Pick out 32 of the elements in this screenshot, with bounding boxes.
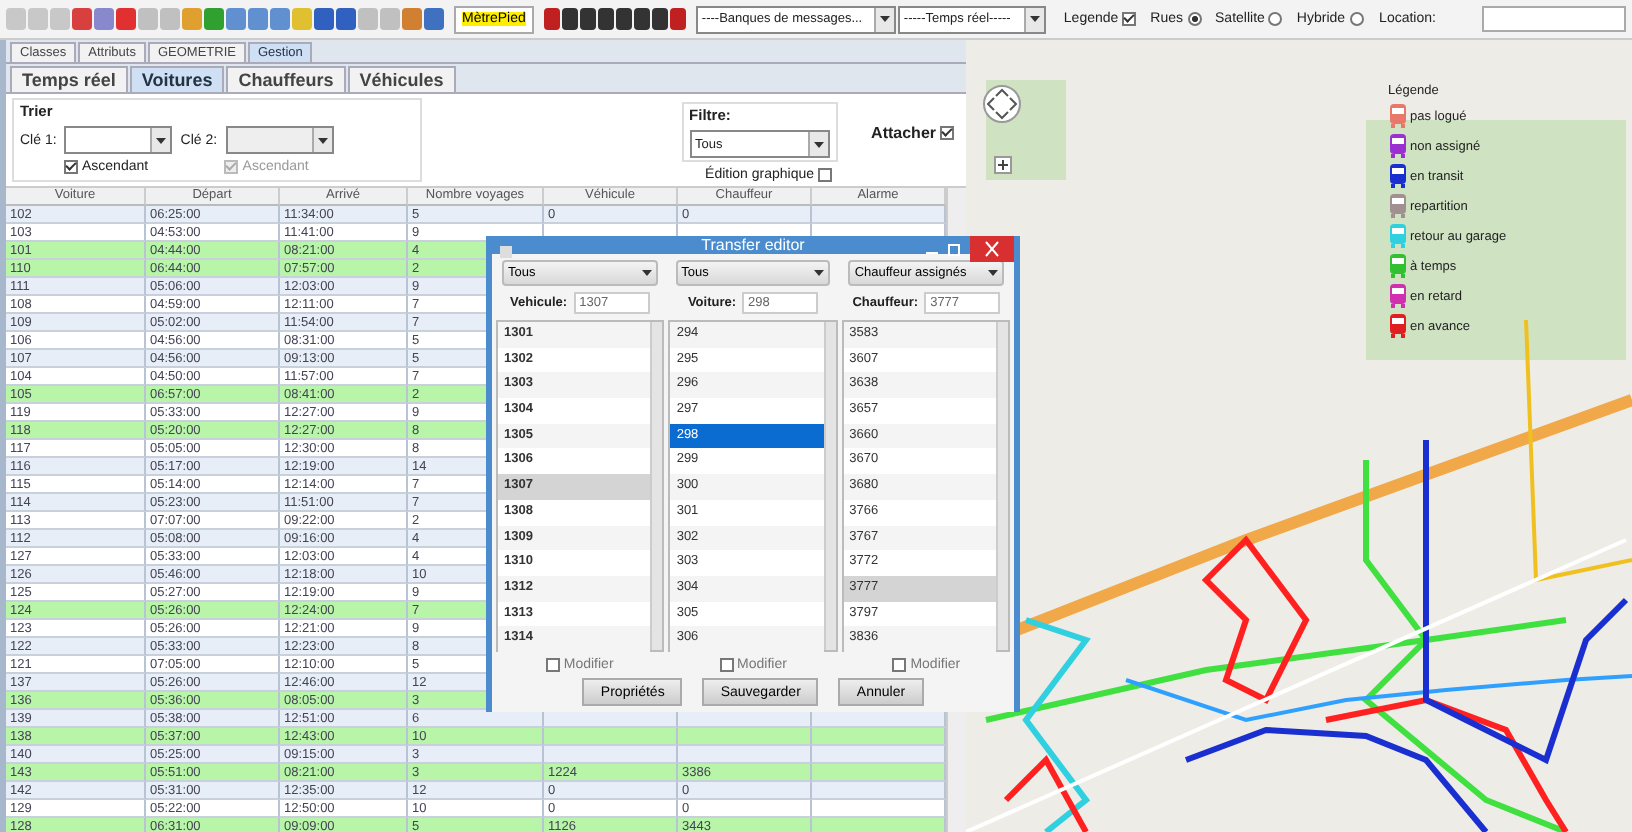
toolbar-tool-icon[interactable] xyxy=(651,8,668,30)
caret-icon xyxy=(879,16,890,22)
toolbar-tool-icon[interactable] xyxy=(561,8,578,30)
close-icon[interactable] xyxy=(970,236,1014,262)
toolbar-tool-icon[interactable] xyxy=(669,8,686,30)
scrollbar[interactable] xyxy=(650,322,663,650)
caret-icon xyxy=(1029,16,1040,22)
sub-tab[interactable]: Véhicules xyxy=(347,66,456,92)
caret-icon xyxy=(813,141,824,147)
attach-checkbox[interactable]: Attacher xyxy=(871,123,954,141)
caret-icon xyxy=(156,137,167,143)
toolbar-tool-icon[interactable] xyxy=(543,8,560,30)
zoom-in-icon[interactable] xyxy=(994,156,1012,174)
scrollbar[interactable] xyxy=(996,322,1008,650)
sub-tab[interactable]: Voitures xyxy=(129,66,225,92)
toolbar-tool-icon[interactable] xyxy=(597,8,614,30)
caret-icon xyxy=(641,270,652,276)
key-dropdown[interactable] xyxy=(64,126,173,154)
caret-icon xyxy=(317,137,328,143)
location-field[interactable] xyxy=(1482,6,1626,32)
dialog-title: Transfer editor xyxy=(701,236,805,254)
toolbar-tool-icon[interactable] xyxy=(615,8,632,30)
window-icon xyxy=(500,246,512,258)
key-dropdown[interactable] xyxy=(225,126,334,154)
pan-control-icon[interactable] xyxy=(982,84,1022,124)
maximize-icon[interactable] xyxy=(948,243,960,255)
sub-tab[interactable]: Temps réel xyxy=(10,66,128,92)
toolbar-tool-icon[interactable] xyxy=(579,8,596,30)
caret-icon xyxy=(987,270,998,276)
caret-icon xyxy=(814,270,825,276)
toolbar-tool-icon[interactable] xyxy=(633,8,650,30)
sub-tab[interactable]: Chauffeurs xyxy=(226,66,346,92)
